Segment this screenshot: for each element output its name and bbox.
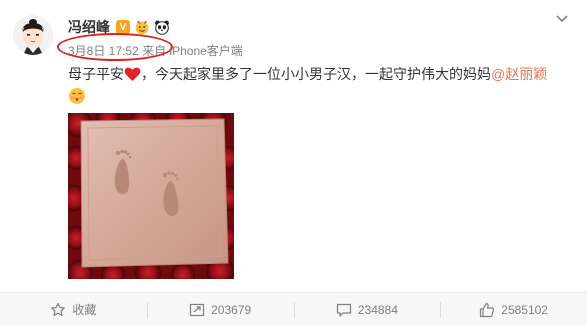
like-button[interactable]: 2585102 [440,293,587,326]
thumbs-up-icon [480,302,495,317]
weibo-post: 冯绍峰 V 3月8日 17:52 来自 iPhone客户端 母子平安 ，今天起家… [0,0,587,326]
username-row: 冯绍峰 V [68,17,170,37]
cartoon-avatar-icon [13,15,53,55]
blush-emoji-icon [68,87,86,105]
repost-count: 203679 [211,302,252,317]
repost-icon [189,303,205,316]
post-text: 母子平安 ，今天起家里多了一位小小男子汉，一起守护伟大的妈妈@赵丽颖 [68,64,568,87]
star-icon [51,302,66,316]
mention-link[interactable]: @赵丽颖 [491,66,547,82]
avatar[interactable] [13,15,53,55]
repost-button[interactable]: 203679 [146,293,294,326]
post-photo[interactable] [68,113,234,279]
post-source[interactable]: iPhone客户端 [169,44,242,58]
post-text-part1: 母子平安 [68,66,124,82]
favorite-label: 收藏 [72,303,97,317]
comment-icon [336,303,351,317]
like-count: 2585102 [501,302,548,317]
post-text-part2: ，今天起家里多了一位小小男子汉，一起守护伟大的妈妈 [141,66,491,82]
favorite-button[interactable]: 收藏 [0,293,147,326]
source-prefix: 来自 [142,44,167,58]
action-bar: 收藏 203679 234884 2585102 [0,292,587,326]
footprint-plaque-image [68,113,234,279]
chevron-down-icon[interactable] [555,11,569,25]
comment-button[interactable]: 234884 [293,293,441,326]
verified-badge-icon[interactable]: V [116,20,130,34]
comment-count: 234884 [357,302,398,317]
post-meta: 3月8日 17:52 来自 iPhone客户端 [68,42,243,59]
heart-icon [124,66,141,87]
post-time[interactable]: 3月8日 17:52 [68,44,139,58]
emoji-badge-icon [134,19,150,35]
panda-icon [154,19,170,35]
username[interactable]: 冯绍峰 [68,17,110,37]
